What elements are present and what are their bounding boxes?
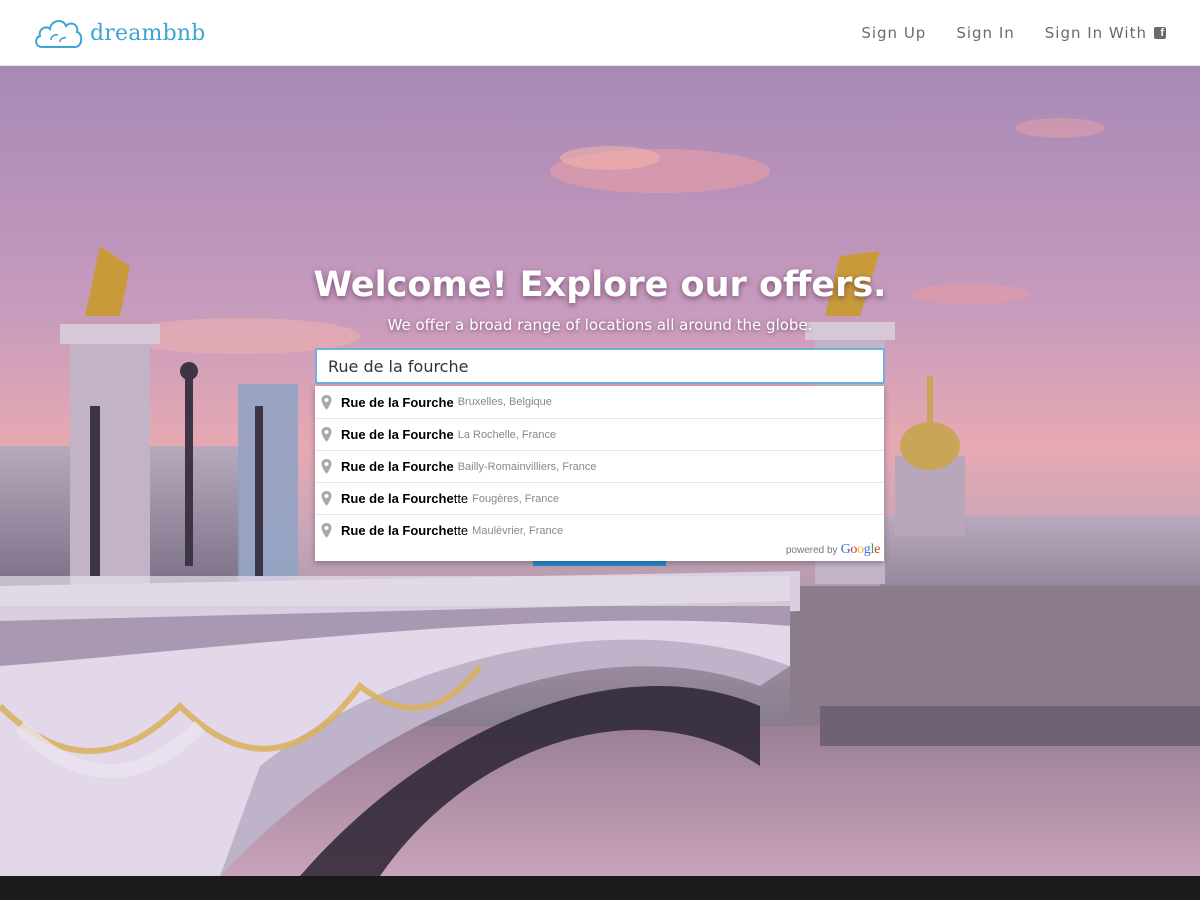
autocomplete-item-match: Rue de la Fourche xyxy=(341,459,454,474)
hero-title: Welcome! Explore our offers. xyxy=(313,265,887,305)
map-pin-icon xyxy=(321,491,332,506)
hero-section: Welcome! Explore our offers. We offer a … xyxy=(0,66,1200,876)
sign-in-with-label: Sign In With xyxy=(1044,24,1147,42)
sign-in-link[interactable]: Sign In xyxy=(956,24,1014,42)
autocomplete-item-match: Rue de la Fourche xyxy=(341,394,454,410)
autocomplete-item-match: Rue de la Fourche xyxy=(341,523,454,538)
autocomplete-item-rest: tte xyxy=(453,491,469,506)
logo-text: dreambnb xyxy=(90,20,206,46)
google-logo: Google xyxy=(840,542,881,557)
map-pin-icon xyxy=(321,523,332,538)
powered-by-google: powered by Google xyxy=(786,542,880,558)
map-pin-icon xyxy=(321,394,332,410)
autocomplete-item[interactable]: Rue de la Fourche Bruxelles, Belgique xyxy=(315,386,884,418)
sign-up-link[interactable]: Sign Up xyxy=(861,24,926,42)
autocomplete-item-secondary: Fougères, France xyxy=(472,492,559,505)
facebook-icon: f xyxy=(1154,27,1166,39)
autocomplete-item-match: Rue de la Fourche xyxy=(341,491,454,506)
location-search-input[interactable] xyxy=(315,348,885,384)
autocomplete-dropdown: Rue de la Fourche Bruxelles, Belgique Rue … xyxy=(315,386,884,561)
autocomplete-item[interactable]: Rue de la Fourche La Rochelle, France xyxy=(315,418,884,450)
autocomplete-item-secondary: Maulévrier, France xyxy=(472,524,564,537)
autocomplete-item-secondary: Bailly-Romainvilliers, France xyxy=(457,460,597,473)
hero-subtitle: We offer a broad range of locations all … xyxy=(387,316,813,334)
autocomplete-item[interactable]: Rue de la Fourche tte Fougères, France xyxy=(315,482,884,514)
sign-in-with-facebook-link[interactable]: Sign In With f xyxy=(1045,24,1166,42)
autocomplete-item-secondary: Bruxelles, Belgique xyxy=(457,396,552,408)
top-nav: Sign Up Sign In Sign In With f xyxy=(831,24,1166,42)
autocomplete-item-rest: tte xyxy=(453,523,469,538)
powered-by-label: powered by xyxy=(785,545,838,556)
autocomplete-item[interactable]: Rue de la Fourche Bailly-Romainvilliers, … xyxy=(315,450,884,482)
autocomplete-item-match: Rue de la Fourche xyxy=(341,427,454,442)
map-pin-icon xyxy=(321,427,332,442)
cloud-logo-icon xyxy=(35,20,83,48)
autocomplete-list: Rue de la Fourche Bruxelles, Belgique Rue … xyxy=(315,386,884,546)
map-pin-icon xyxy=(321,459,332,474)
logo[interactable]: dreambnb xyxy=(32,14,206,50)
footer-bar xyxy=(0,876,1200,900)
site-header: dreambnb Sign Up Sign In Sign In With f xyxy=(0,0,1200,66)
autocomplete-item-secondary: La Rochelle, France xyxy=(457,428,557,441)
